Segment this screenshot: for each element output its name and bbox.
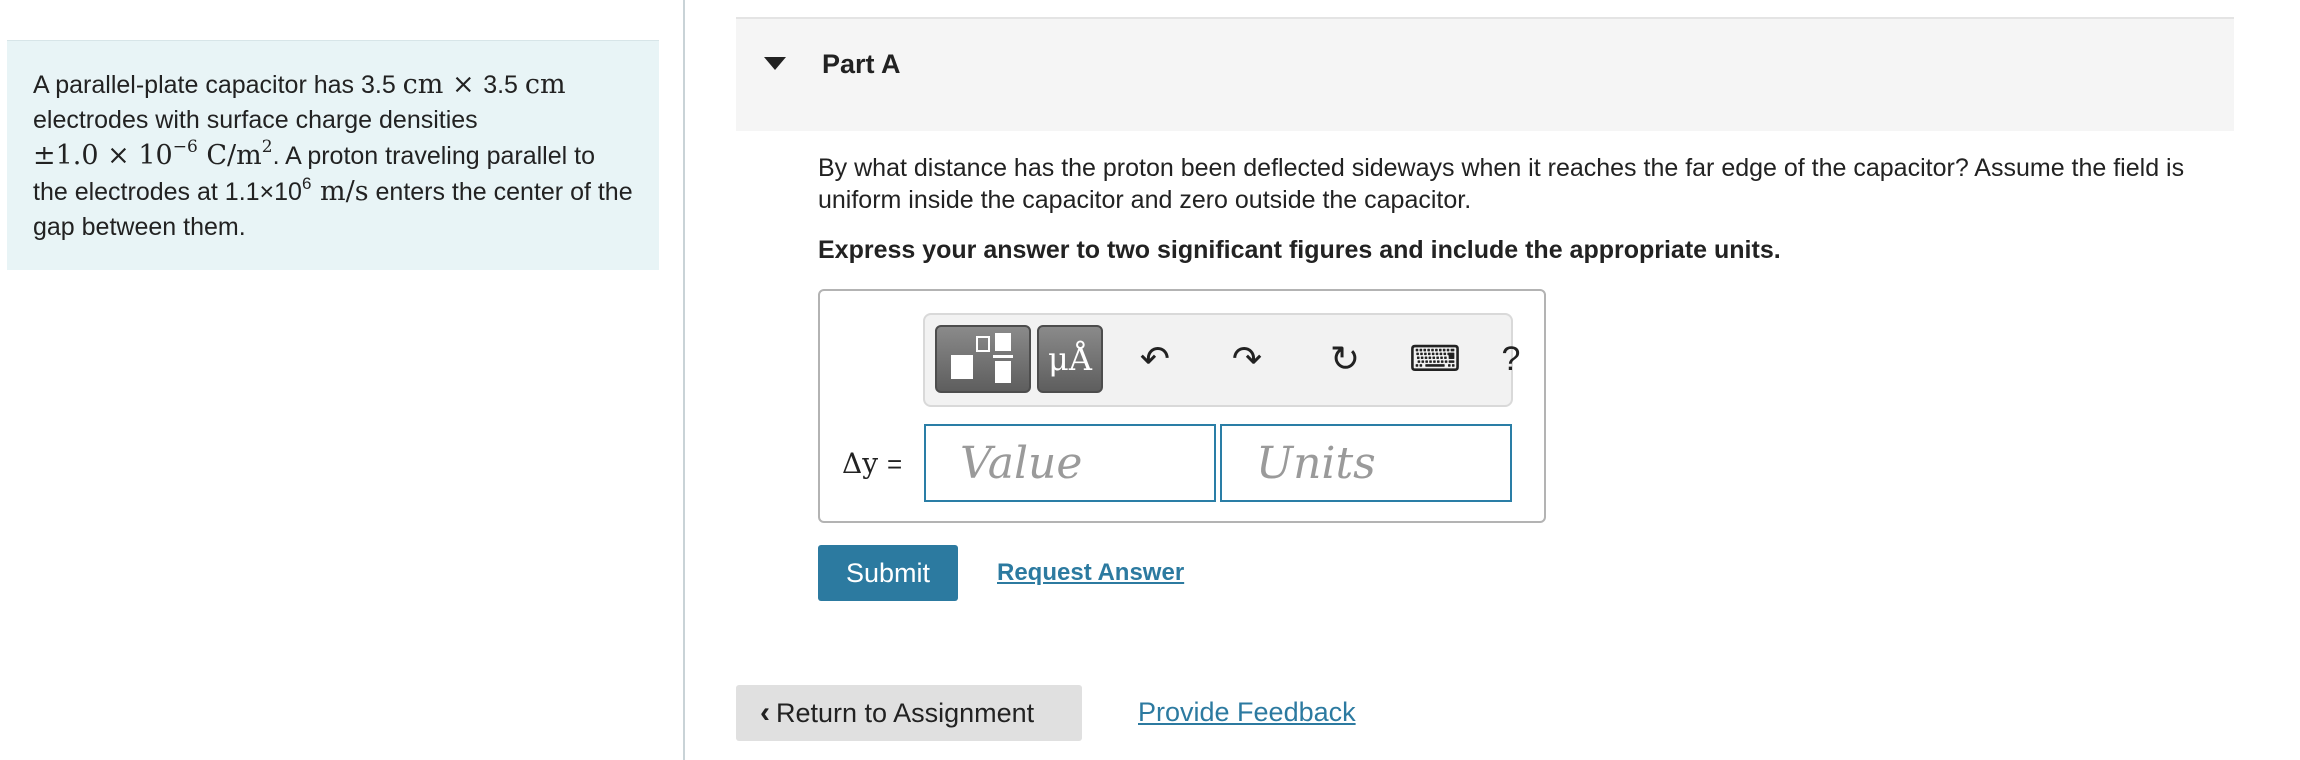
templates-icon <box>951 333 1013 383</box>
request-answer-link[interactable]: Request Answer <box>997 559 1184 587</box>
column-divider <box>683 0 685 760</box>
reset-icon[interactable]: ↻ <box>1315 329 1375 389</box>
problem-text: electrodes with surface charge densities <box>33 106 478 134</box>
question-text: By what distance has the proton been def… <box>818 154 2185 214</box>
problem-statement: A parallel-plate capacitor has 3.5 cm × … <box>7 40 659 270</box>
units-input[interactable] <box>1220 424 1512 502</box>
undo-icon[interactable]: ↶ <box>1125 329 1185 389</box>
unit-cm: cm <box>524 69 566 100</box>
speed-exponent: 6 <box>301 173 312 193</box>
templates-button[interactable] <box>935 325 1031 393</box>
speed-unit: m/s <box>311 176 369 207</box>
unit-cm: cm <box>402 69 444 100</box>
chevron-left-icon: ‹ <box>760 696 770 729</box>
part-header[interactable]: Part A <box>736 17 2234 131</box>
math-toolbar: μÅ ↶ ↷ ↻ ⌨ ? <box>923 313 1520 407</box>
redo-icon[interactable]: ↷ <box>1217 329 1277 389</box>
times-symbol: × <box>443 69 484 100</box>
value-input[interactable] <box>924 424 1216 502</box>
answer-variable-label: Δy = <box>842 447 903 480</box>
problem-text: A parallel-plate capacitor has 3.5 <box>33 71 403 99</box>
part-title: Part A <box>822 49 901 79</box>
help-icon[interactable]: ? <box>1481 329 1541 389</box>
collapse-caret-icon[interactable] <box>764 57 786 70</box>
return-to-assignment-button[interactable]: ‹ Return to Assignment <box>736 685 1082 741</box>
instruction-text: Express your answer to two significant f… <box>818 236 1781 264</box>
submit-button[interactable]: Submit <box>818 545 958 601</box>
keyboard-icon[interactable]: ⌨ <box>1405 329 1465 389</box>
return-label: Return to Assignment <box>776 697 1035 728</box>
problem-text: 3.5 <box>483 71 525 99</box>
charge-density: ±1.0 × 10−6 C/m2 <box>33 137 273 172</box>
provide-feedback-link[interactable]: Provide Feedback <box>1138 697 1356 728</box>
units-button[interactable]: μÅ <box>1037 325 1103 393</box>
answer-box: μÅ ↶ ↷ ↻ ⌨ ? Δy = <box>818 289 1546 523</box>
